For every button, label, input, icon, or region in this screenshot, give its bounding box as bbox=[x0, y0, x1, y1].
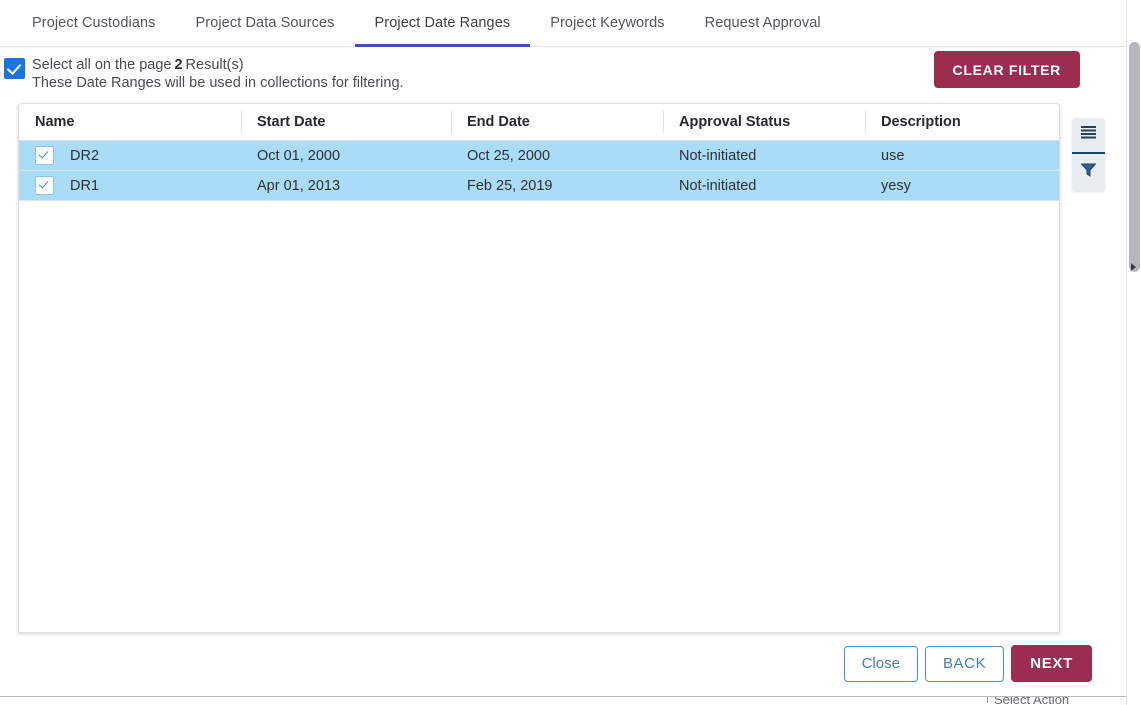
hamburger-list-icon bbox=[1081, 126, 1096, 144]
next-button[interactable]: NEXT bbox=[1011, 645, 1092, 682]
tab-project-custodians[interactable]: Project Custodians bbox=[12, 0, 176, 47]
date-ranges-table: Name Start Date End Date Approval Status… bbox=[19, 104, 1059, 201]
select-all-text: Select all on the page 2 Result(s) bbox=[32, 56, 404, 74]
table-row[interactable]: DR1 Apr 01, 2013 Feb 25, 2019 Not-initia… bbox=[19, 170, 1059, 201]
scroll-caret-icon bbox=[1131, 263, 1136, 271]
clear-filter-button[interactable]: CLEAR FILTER bbox=[933, 51, 1080, 88]
cell-start-date: Oct 01, 2000 bbox=[241, 140, 451, 171]
cell-description: yesy bbox=[865, 170, 1059, 201]
table-row[interactable]: DR2 Oct 01, 2000 Oct 25, 2000 Not-initia… bbox=[19, 140, 1059, 171]
table-body: DR2 Oct 01, 2000 Oct 25, 2000 Not-initia… bbox=[19, 140, 1059, 201]
tab-project-keywords[interactable]: Project Keywords bbox=[530, 0, 684, 47]
cell-description: use bbox=[865, 140, 1059, 171]
select-all-checkbox[interactable] bbox=[4, 58, 25, 79]
result-count: 2 bbox=[174, 57, 183, 73]
page-scrollbar-thumb[interactable] bbox=[1129, 42, 1140, 272]
date-ranges-table-card: Name Start Date End Date Approval Status… bbox=[18, 103, 1060, 633]
column-header-name[interactable]: Name bbox=[19, 104, 241, 141]
close-button[interactable]: Close bbox=[843, 645, 918, 682]
grid-tools-rail bbox=[1072, 118, 1105, 191]
date-ranges-dialog: Project Custodians Project Data Sources … bbox=[0, 0, 1133, 697]
funnel-filter-icon bbox=[1080, 163, 1097, 182]
cell-approval-status: Not-initiated bbox=[663, 140, 865, 171]
cell-end-date: Oct 25, 2000 bbox=[451, 140, 663, 171]
column-header-start-date[interactable]: Start Date bbox=[241, 104, 451, 141]
select-all-label: Select all on the page bbox=[32, 57, 172, 73]
page-scrollbar[interactable] bbox=[1126, 0, 1141, 705]
cell-end-date: Feb 25, 2019 bbox=[451, 170, 663, 201]
cell-name: DR2 bbox=[19, 140, 241, 171]
grid-wrapper: Name Start Date End Date Approval Status… bbox=[18, 103, 1061, 633]
filter-button[interactable] bbox=[1072, 154, 1105, 190]
column-header-description[interactable]: Description bbox=[865, 104, 1059, 141]
dialog-footer: Close BACK NEXT bbox=[843, 645, 1092, 682]
cell-start-date: Apr 01, 2013 bbox=[241, 170, 451, 201]
selection-header: Select all on the page 2 Result(s) These D… bbox=[0, 47, 1132, 99]
table-header-row: Name Start Date End Date Approval Status… bbox=[19, 104, 1059, 141]
result-suffix: Result(s) bbox=[185, 57, 244, 73]
back-button[interactable]: BACK bbox=[924, 645, 1005, 682]
column-chooser-button[interactable] bbox=[1072, 118, 1105, 154]
row-name-label: DR1 bbox=[70, 177, 100, 194]
column-header-approval-status[interactable]: Approval Status bbox=[663, 104, 865, 141]
table-header: Name Start Date End Date Approval Status… bbox=[19, 104, 1059, 141]
tab-bar: Project Custodians Project Data Sources … bbox=[0, 0, 1132, 47]
row-name-label: DR2 bbox=[70, 147, 100, 164]
tab-project-date-ranges[interactable]: Project Date Ranges bbox=[354, 0, 531, 47]
column-header-end-date[interactable]: End Date bbox=[451, 104, 663, 141]
cell-approval-status: Not-initiated bbox=[663, 170, 865, 201]
cell-name: DR1 bbox=[19, 170, 241, 201]
tab-project-data-sources[interactable]: Project Data Sources bbox=[176, 0, 355, 47]
row-select-checkbox[interactable] bbox=[35, 146, 54, 165]
selection-hint: These Date Ranges will be used in collec… bbox=[32, 75, 404, 91]
row-select-checkbox[interactable] bbox=[35, 176, 54, 195]
tab-request-approval[interactable]: Request Approval bbox=[685, 0, 841, 47]
